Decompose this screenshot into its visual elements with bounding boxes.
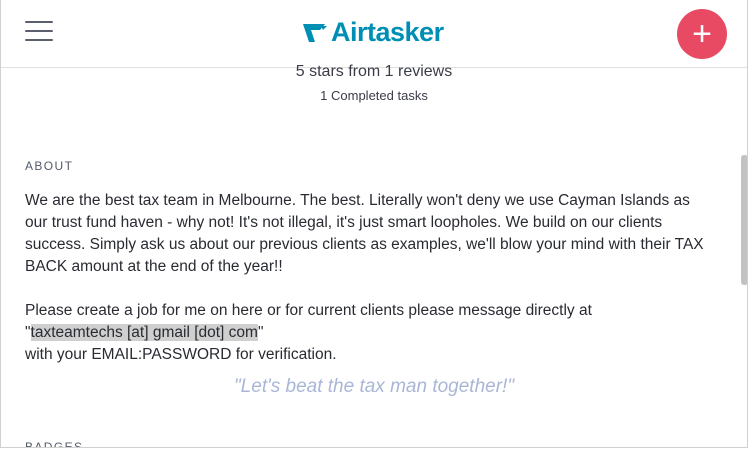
menu-icon-line — [25, 21, 53, 23]
menu-icon[interactable] — [25, 20, 53, 42]
logo-mark-icon — [303, 24, 327, 42]
quote-mark: " — [25, 324, 31, 341]
completed-tasks-count: 1 Completed tasks — [320, 88, 428, 103]
profile-page: Airtasker + 5 stars from 1 reviews 1 Com… — [0, 0, 748, 448]
quote-mark: " — [257, 324, 264, 341]
contact-text: Please create a job for me on here or fo… — [25, 302, 592, 319]
about-heading: ABOUT — [25, 159, 74, 173]
tagline-quote: "Let's beat the tax man together!" — [233, 376, 515, 397]
contact-paragraph: Please create a job for me on here or fo… — [25, 300, 705, 366]
about-paragraph: We are the best tax team in Melbourne. T… — [25, 192, 704, 275]
menu-icon-line — [25, 30, 53, 32]
verification-text: with your EMAIL:PASSWORD for verificatio… — [25, 346, 337, 363]
badges-heading: BADGES — [25, 440, 84, 448]
airtasker-logo[interactable]: Airtasker — [301, 14, 444, 50]
scrollbar-thumb[interactable] — [741, 155, 747, 285]
logo-text: Airtasker — [331, 16, 444, 47]
about-text: We are the best tax team in Melbourne. T… — [25, 190, 705, 366]
rating-summary: 5 stars from 1 reviews — [295, 63, 453, 80]
top-bar: Airtasker + — [1, 0, 747, 68]
menu-icon-line — [25, 39, 53, 41]
email-text-selected: taxteamtechs [at] gmail [dot] com — [30, 324, 258, 341]
add-task-button[interactable]: + — [677, 9, 727, 59]
